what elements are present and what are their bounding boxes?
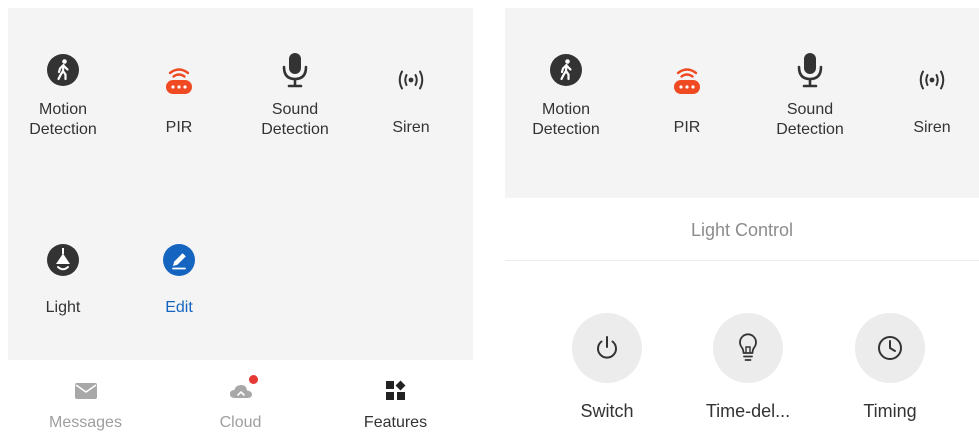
- lamp-icon: [43, 240, 83, 280]
- feature-label: PIR: [165, 119, 193, 136]
- clock-icon: [855, 313, 925, 383]
- nav-messages[interactable]: Messages: [8, 360, 163, 445]
- switch-button[interactable]: Switch: [552, 313, 662, 422]
- nav-cloud[interactable]: Cloud: [163, 360, 318, 445]
- siren-icon: [912, 60, 952, 100]
- nav-label: Features: [363, 414, 428, 431]
- feature-label: Edit: [165, 299, 193, 316]
- bottom-nav: Messages Cloud Features: [8, 360, 473, 445]
- feature-label: Sound Detection: [776, 101, 844, 138]
- feature-label: Sound Detection: [261, 101, 329, 138]
- nav-label: Cloud: [219, 414, 262, 431]
- feature-siren[interactable]: Siren: [877, 60, 979, 138]
- divider: [505, 260, 979, 261]
- feature-motion-detection[interactable]: Motion Detection: [8, 50, 118, 140]
- feature-label: PIR: [673, 119, 701, 136]
- feature-siren[interactable]: Siren: [356, 60, 466, 138]
- siren-icon: [391, 60, 431, 100]
- sheet-title: Light Control: [690, 220, 794, 240]
- feature-pir[interactable]: PIR: [632, 60, 742, 138]
- cloud-icon: [227, 375, 258, 404]
- pir-sensor-icon: [159, 60, 199, 100]
- left-features-panel: Motion Detection PIR Sound Detection Sir…: [8, 8, 473, 445]
- envelope-icon: [72, 378, 100, 404]
- microphone-icon: [790, 50, 830, 90]
- microphone-icon: [275, 50, 315, 90]
- feature-light[interactable]: Light: [8, 240, 118, 318]
- walking-person-icon: [43, 50, 83, 90]
- light-control-sheet: Light Control Switch Time-del... Timing: [505, 198, 979, 445]
- control-label: Timing: [863, 401, 917, 421]
- feature-label: Siren: [913, 119, 951, 136]
- feature-pir[interactable]: PIR: [124, 60, 234, 138]
- timing-button[interactable]: Timing: [835, 313, 945, 422]
- notification-badge: [248, 375, 258, 384]
- pir-sensor-icon: [667, 60, 707, 100]
- control-label: Time-del...: [705, 401, 791, 421]
- nav-features[interactable]: Features: [318, 360, 473, 445]
- nav-label: Messages: [49, 414, 122, 431]
- power-icon: [572, 313, 642, 383]
- feature-label: Light: [45, 299, 81, 316]
- grid-icon: [382, 378, 410, 404]
- feature-label: Motion Detection: [29, 101, 97, 138]
- feature-label: Motion Detection: [532, 101, 600, 138]
- feature-sound-detection[interactable]: Sound Detection: [755, 50, 865, 140]
- feature-label: Siren: [392, 119, 430, 136]
- light-bulb-icon: [713, 313, 783, 383]
- walking-person-icon: [546, 50, 586, 90]
- right-features-panel: Motion Detection PIR Sound Detection Sir…: [505, 8, 979, 445]
- time-delay-button[interactable]: Time-del...: [693, 313, 803, 422]
- feature-sound-detection[interactable]: Sound Detection: [240, 50, 350, 140]
- feature-edit[interactable]: Edit: [124, 240, 234, 318]
- control-label: Switch: [580, 401, 634, 421]
- pencil-icon: [159, 240, 199, 280]
- feature-motion-detection[interactable]: Motion Detection: [511, 50, 621, 140]
